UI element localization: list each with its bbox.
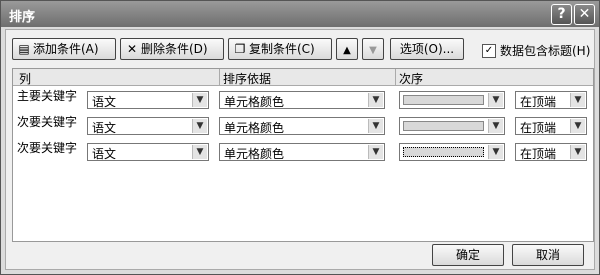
column-value: 语文 <box>92 147 117 161</box>
ok-label: 确定 <box>455 248 480 262</box>
cancel-label: 取消 <box>535 248 560 262</box>
chevron-down-icon: ▼ <box>368 119 383 133</box>
header-divider <box>219 69 220 85</box>
position-select[interactable]: 在顶端 ▼ <box>515 143 587 161</box>
move-down-button[interactable]: ▼ <box>362 38 384 60</box>
grid-header: 列 排序依据 次序 <box>13 69 593 86</box>
header-column: 列 <box>19 72 32 86</box>
header-checkbox-label: 数据包含标题(H) <box>500 44 591 58</box>
chevron-down-icon: ▼ <box>192 93 207 107</box>
sort-grid: 列 排序依据 次序 主要关键字 语文 ▼ 单元格颜色 ▼ ▼ 在顶端 ▼ 次要关键字 <box>12 68 594 242</box>
column-select[interactable]: 语文 ▼ <box>87 143 209 161</box>
copy-icon: ❐ <box>234 42 246 56</box>
chevron-down-icon: ▼ <box>488 93 503 107</box>
position-value: 在顶端 <box>520 147 557 161</box>
color-order-select[interactable]: ▼ <box>399 117 505 135</box>
color-swatch <box>403 95 484 105</box>
header-divider <box>395 69 396 85</box>
color-swatch <box>403 121 484 131</box>
chevron-down-icon: ▼ <box>192 119 207 133</box>
position-value: 在顶端 <box>520 95 557 109</box>
chevron-down-icon: ▼ <box>368 93 383 107</box>
chevron-down-icon: ▼ <box>570 93 585 107</box>
row-label: 主要关键字 <box>17 89 78 103</box>
chevron-down-icon: ▼ <box>368 145 383 159</box>
chevron-down-icon: ▼ <box>570 119 585 133</box>
row-label: 次要关键字 <box>17 115 78 129</box>
chevron-down-icon: ▼ <box>488 119 503 133</box>
sort-on-select[interactable]: 单元格颜色 ▼ <box>219 143 385 161</box>
add-condition-button[interactable]: ▤ 添加条件(A) <box>12 38 116 60</box>
sort-dialog: 排序 ? ✕ ▤ 添加条件(A) ✕ 删除条件(D) ❐ 复制条件(C) ▲ ▼ 选项… <box>0 0 600 275</box>
column-value: 语文 <box>92 121 117 135</box>
arrow-up-icon: ▲ <box>343 45 351 56</box>
add-condition-icon: ▤ <box>18 42 30 56</box>
sort-on-select[interactable]: 单元格颜色 ▼ <box>219 91 385 109</box>
options-button[interactable]: 选项(O)... <box>390 38 464 60</box>
chevron-down-icon: ▼ <box>488 145 503 159</box>
delete-condition-button[interactable]: ✕ 删除条件(D) <box>120 38 224 60</box>
delete-x-icon: ✕ <box>126 42 138 56</box>
title-bar: 排序 ? ✕ <box>1 1 599 27</box>
sort-on-select[interactable]: 单元格颜色 ▼ <box>219 117 385 135</box>
row-label: 次要关键字 <box>17 141 78 155</box>
dialog-body: ▤ 添加条件(A) ✕ 删除条件(D) ❐ 复制条件(C) ▲ ▼ 选项(O)... … <box>5 29 595 270</box>
ok-button[interactable]: 确定 <box>432 244 504 266</box>
position-value: 在顶端 <box>520 121 557 135</box>
header-order: 次序 <box>399 72 424 86</box>
color-order-select[interactable]: ▼ <box>399 91 505 109</box>
column-value: 语文 <box>92 95 117 109</box>
close-button[interactable]: ✕ <box>574 4 595 25</box>
header-checkbox[interactable]: ✓ <box>482 44 496 58</box>
sort-on-value: 单元格颜色 <box>224 95 285 109</box>
arrow-down-icon: ▼ <box>369 45 377 56</box>
delete-condition-label: 删除条件(D) <box>141 42 208 56</box>
dialog-title: 排序 <box>9 10 36 25</box>
help-button[interactable]: ? <box>551 4 572 25</box>
move-up-button[interactable]: ▲ <box>336 38 358 60</box>
position-select[interactable]: 在顶端 ▼ <box>515 117 587 135</box>
color-order-select[interactable]: ▼ <box>399 143 505 161</box>
options-label: 选项(O)... <box>399 42 455 56</box>
sort-on-value: 单元格颜色 <box>224 147 285 161</box>
sort-on-value: 单元格颜色 <box>224 121 285 135</box>
copy-condition-label: 复制条件(C) <box>249 42 315 56</box>
color-swatch <box>403 147 484 157</box>
column-select[interactable]: 语文 ▼ <box>87 91 209 109</box>
cancel-button[interactable]: 取消 <box>512 244 584 266</box>
chevron-down-icon: ▼ <box>192 145 207 159</box>
column-select[interactable]: 语文 ▼ <box>87 117 209 135</box>
position-select[interactable]: 在顶端 ▼ <box>515 91 587 109</box>
copy-condition-button[interactable]: ❐ 复制条件(C) <box>228 38 332 60</box>
header-sort-on: 排序依据 <box>223 72 272 86</box>
chevron-down-icon: ▼ <box>570 145 585 159</box>
add-condition-label: 添加条件(A) <box>33 42 99 56</box>
